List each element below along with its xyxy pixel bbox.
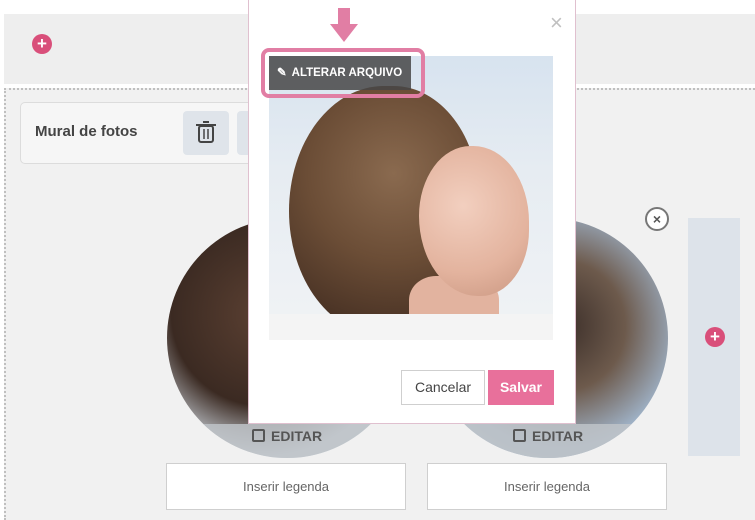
save-button[interactable]: Salvar bbox=[488, 370, 554, 405]
photo-preview bbox=[269, 56, 553, 340]
caption-input-2[interactable]: Inserir legenda bbox=[427, 463, 667, 510]
down-arrow-icon bbox=[330, 8, 358, 42]
delete-button[interactable] bbox=[183, 111, 229, 155]
add-photo-panel[interactable]: + bbox=[688, 218, 740, 456]
edit-icon bbox=[513, 429, 526, 442]
caption-input-1[interactable]: Inserir legenda bbox=[166, 463, 406, 510]
close-icon[interactable]: × bbox=[550, 12, 563, 34]
trash-icon bbox=[196, 121, 216, 143]
edit-label: EDITAR bbox=[271, 428, 323, 444]
edit-icon bbox=[252, 429, 265, 442]
cancel-button[interactable]: Cancelar bbox=[401, 370, 485, 405]
add-photo-icon[interactable]: + bbox=[705, 327, 725, 347]
card-title: Mural de fotos bbox=[35, 123, 138, 140]
remove-photo-icon[interactable]: × bbox=[645, 207, 669, 231]
highlight-box bbox=[261, 48, 425, 98]
edit-photo-1-button[interactable]: EDITAR bbox=[252, 428, 322, 444]
add-section-icon[interactable]: + bbox=[32, 34, 52, 54]
edit-label: EDITAR bbox=[532, 428, 584, 444]
edit-photo-2-button[interactable]: EDITAR bbox=[513, 428, 583, 444]
